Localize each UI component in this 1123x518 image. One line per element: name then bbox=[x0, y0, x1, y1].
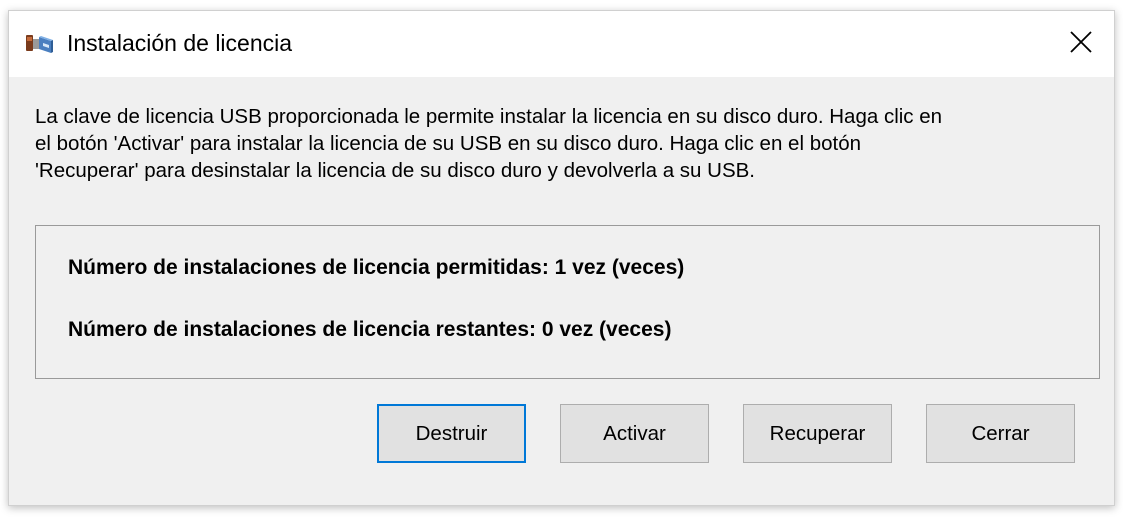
description-line: 'Recuperar' para desinstalar la licencia… bbox=[35, 159, 756, 182]
license-info-panel: Número de instalaciones de licencia perm… bbox=[35, 225, 1100, 379]
recover-button[interactable]: Recuperar bbox=[743, 404, 892, 463]
remaining-installations-label: Número de instalaciones de licencia rest… bbox=[68, 318, 672, 341]
close-button[interactable] bbox=[1048, 11, 1114, 77]
usb-installer-icon bbox=[25, 31, 55, 57]
allowed-installations-label: Número de instalaciones de licencia perm… bbox=[68, 256, 685, 279]
license-install-dialog: Instalación de licencia La clave de lice… bbox=[8, 10, 1115, 506]
description-line: el botón 'Activar' para instalar la lice… bbox=[35, 132, 862, 155]
description-text: La clave de licencia USB proporcionada l… bbox=[35, 103, 1105, 184]
title-bar: Instalación de licencia bbox=[9, 11, 1114, 77]
activate-button[interactable]: Activar bbox=[560, 404, 709, 463]
close-icon bbox=[1069, 30, 1093, 59]
description-line: La clave de licencia USB proporcionada l… bbox=[35, 105, 943, 128]
destroy-button[interactable]: Destruir bbox=[377, 404, 526, 463]
window-title: Instalación de licencia bbox=[67, 30, 293, 56]
close-dialog-button[interactable]: Cerrar bbox=[926, 404, 1075, 463]
